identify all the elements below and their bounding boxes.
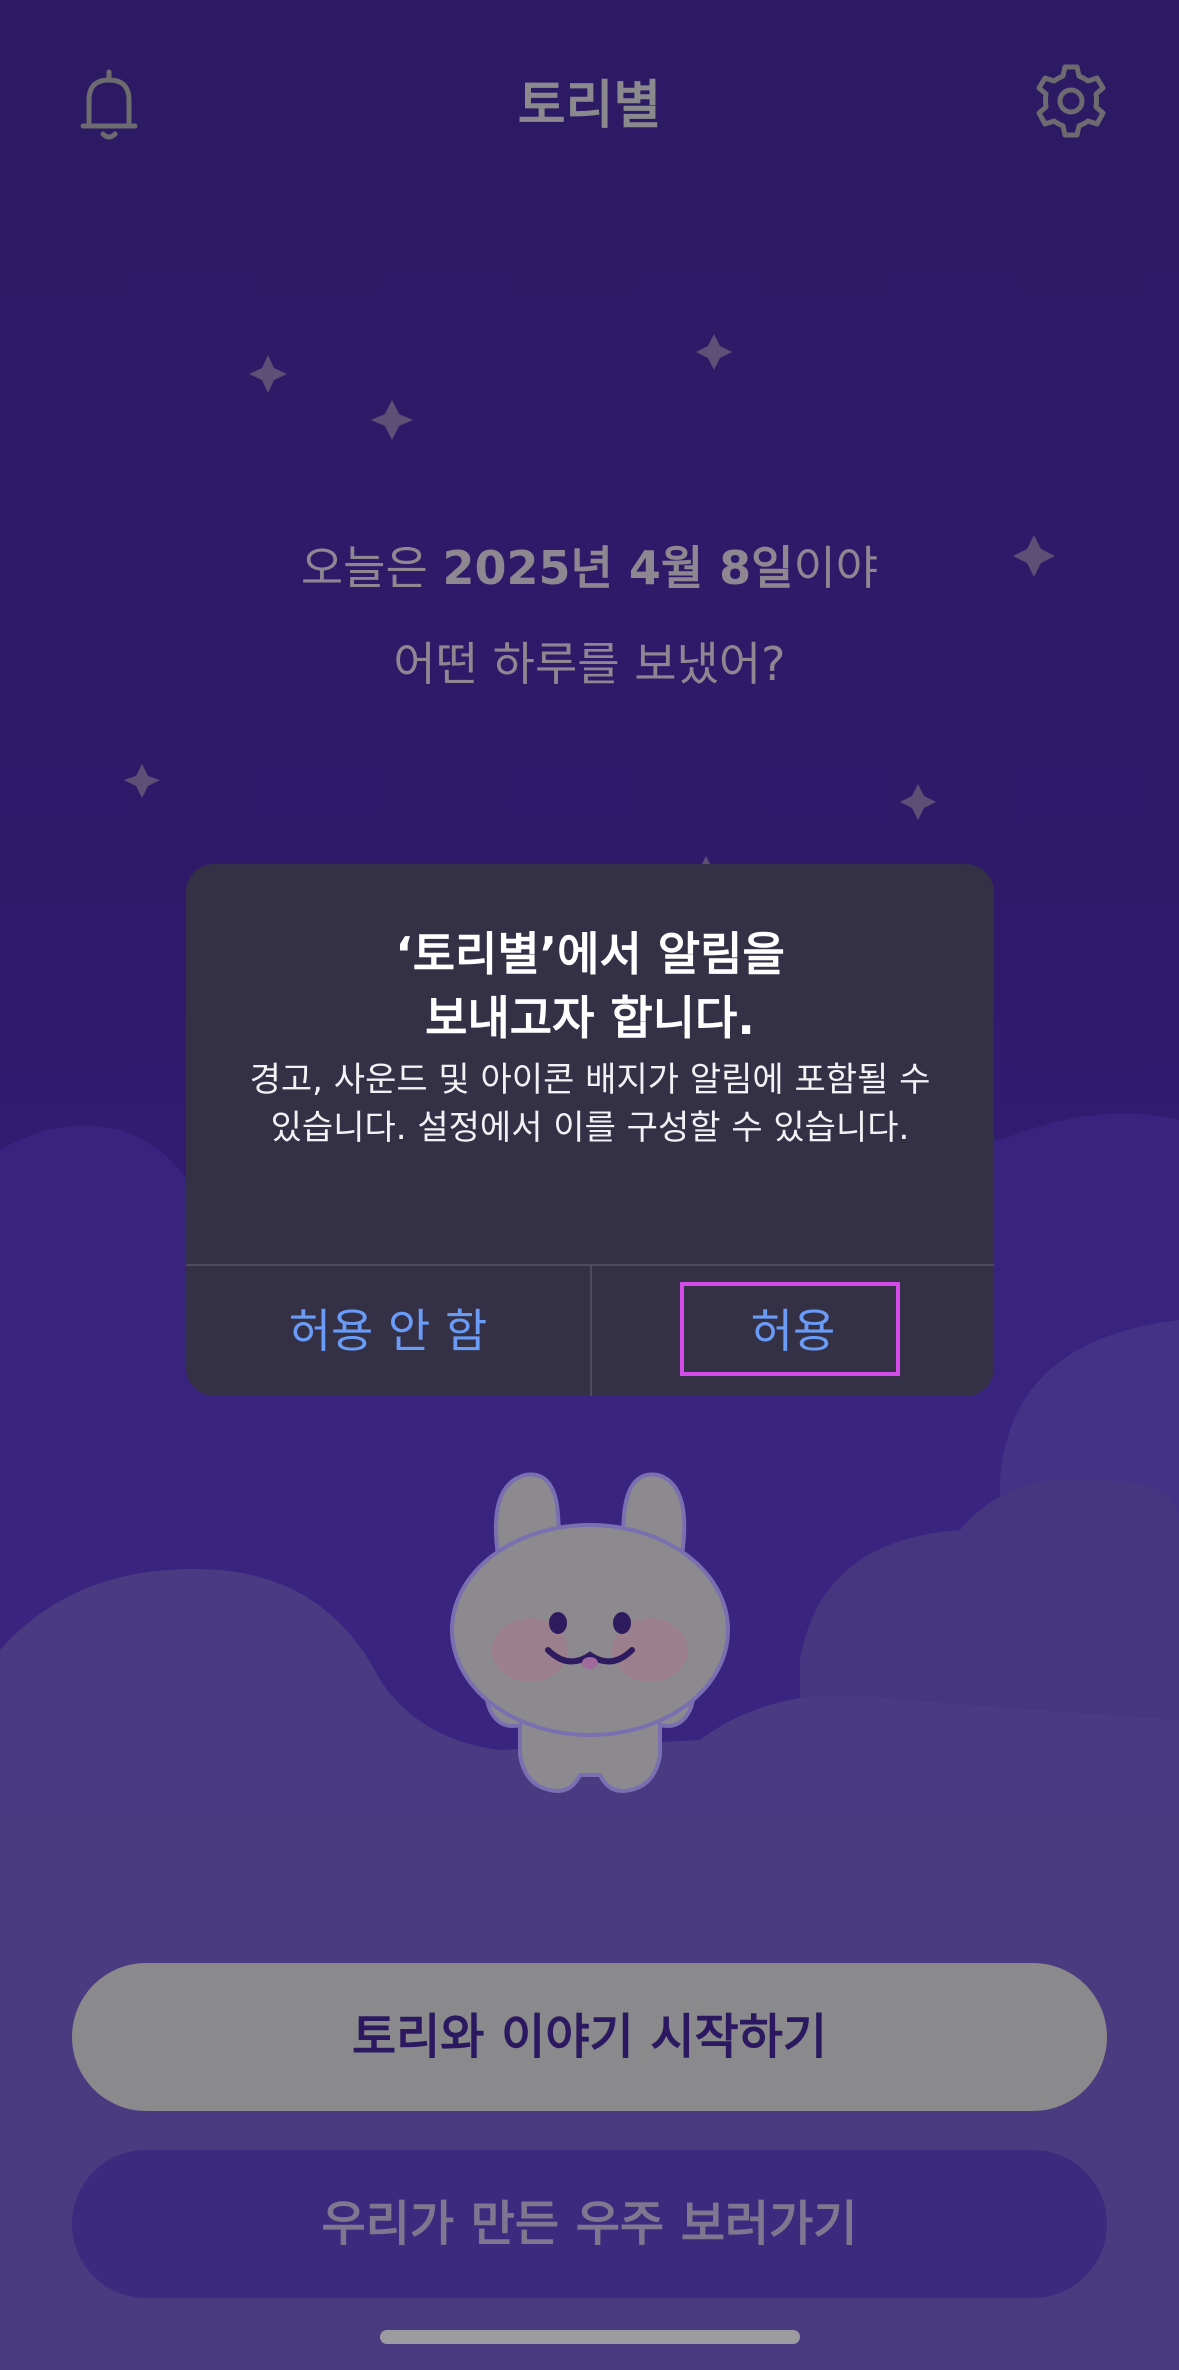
- app-title: 토리별: [517, 76, 662, 136]
- allow-button-highlight: [680, 1282, 900, 1376]
- start-talking-button[interactable]: 토리와 이야기 시작하기: [72, 1963, 1107, 2111]
- dialog-title-line-2: 보내고자 합니다.: [425, 991, 755, 1045]
- view-universe-button[interactable]: 우리가 만든 우주 보러가기: [72, 2150, 1107, 2298]
- dialog-title: ‘토리별’에서 알림을 보내고자 합니다.: [186, 922, 994, 1050]
- gear-icon[interactable]: [1032, 62, 1110, 140]
- deny-button[interactable]: 허용 안 함: [186, 1266, 590, 1396]
- home-indicator[interactable]: [380, 2330, 800, 2344]
- greeting-line-1: 오늘은 2025년 4월 8일이야: [0, 520, 1179, 616]
- bunny-mascot: [450, 1472, 730, 1793]
- app-header: 토리별: [0, 60, 1179, 150]
- dialog-message: 경고, 사운드 및 아이콘 배지가 알림에 포함될 수 있습니다. 설정에서 이…: [249, 1060, 931, 1148]
- greeting-line-2: 어떤 하루를 보냈어?: [393, 637, 786, 691]
- dialog-title-line-1: ‘토리별’에서 알림을: [395, 927, 785, 981]
- greeting-text: 오늘은 2025년 4월 8일이야 어떤 하루를 보냈어?: [0, 520, 1179, 712]
- greeting-suffix: 이야: [793, 541, 879, 595]
- app-screen: 토리별 오늘은 2025년 4월 8일이야 어떤 하루를 보냈어? 토리와 이야…: [0, 0, 1179, 2370]
- greeting-date: 2025년 4월 8일: [442, 541, 794, 595]
- greeting-prefix: 오늘은: [300, 541, 443, 595]
